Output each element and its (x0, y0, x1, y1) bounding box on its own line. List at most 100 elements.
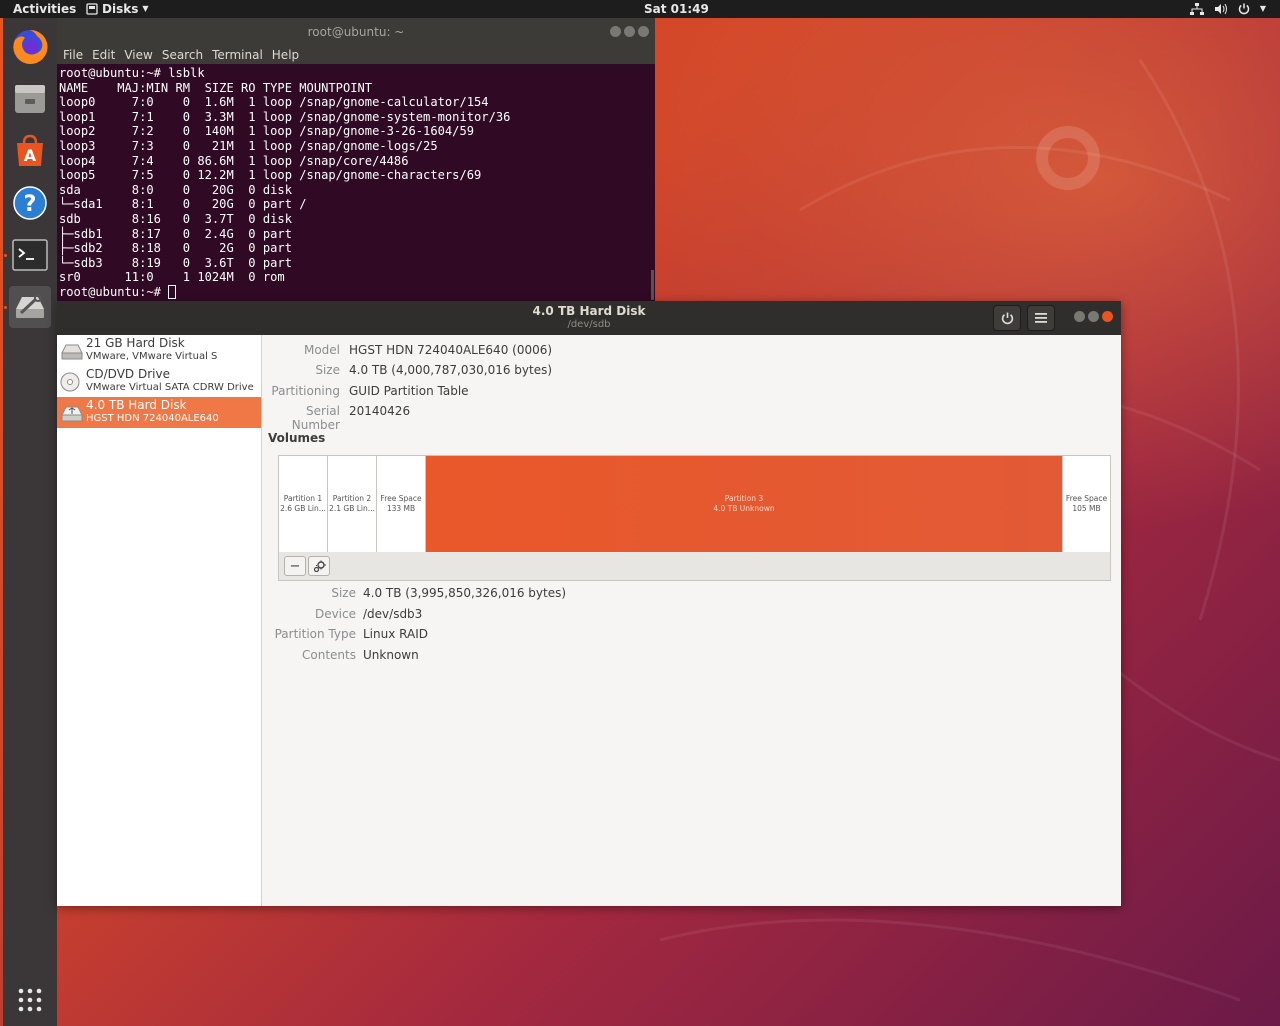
menu-file[interactable]: File (63, 46, 83, 64)
device-value: /dev/sdb3 (363, 607, 423, 621)
volume-segment[interactable]: Free Space 105 MB (1063, 456, 1110, 552)
minimize-icon[interactable] (610, 26, 621, 37)
disks-headerbar[interactable]: 4.0 TB Hard Disk /dev/sdb (57, 301, 1121, 335)
drive-list: 21 GB Hard Disk VMware, VMware Virtual S… (57, 335, 262, 906)
segment-name: Partition 1 (283, 494, 323, 503)
drive-item-hard-disk-21gb[interactable]: 21 GB Hard Disk VMware, VMware Virtual S (57, 335, 261, 366)
serial-label: Serial Number (291, 404, 340, 432)
volume-segment[interactable]: Free Space 133 MB (377, 456, 426, 552)
menu-terminal[interactable]: Terminal (212, 46, 263, 64)
hard-disk-usb-icon (61, 406, 83, 422)
terminal-prompt: root@ubuntu:~# (59, 284, 169, 299)
segment-name: Free Space (380, 494, 422, 503)
model-value: HGST HDN 724040ALE640 (0006) (349, 343, 553, 357)
partition-options-button[interactable] (308, 556, 330, 576)
drive-item-cd-dvd[interactable]: CD/DVD Drive VMware Virtual SATA CDRW Dr… (57, 366, 261, 397)
volume-icon (1214, 3, 1227, 15)
terminal-line: sdb 8:16 0 3.7T 0 disk (59, 211, 292, 226)
disks-title: 4.0 TB Hard Disk (532, 304, 646, 318)
volume-map: Partition 1 2.6 GB Lin... Partition 2 2.… (278, 455, 1111, 553)
volumes-heading: Volumes (268, 431, 326, 445)
segment-desc: 133 MB (386, 504, 416, 513)
device-label: Device (314, 607, 356, 621)
svg-text:A: A (24, 146, 37, 165)
drive-item-hard-disk-4tb[interactable]: 4.0 TB Hard Disk HGST HDN 724040ALE640 (57, 397, 261, 428)
partition-size-value: 4.0 TB (3,995,850,326,016 bytes) (363, 586, 567, 600)
partitioning-label: Partitioning (271, 384, 340, 398)
volume-segment[interactable]: Partition 2 2.1 GB Lin... (328, 456, 377, 552)
firefox-icon (13, 29, 48, 64)
terminal-line: loop3 7:3 0 21M 1 loop /snap/gnome-logs/… (59, 138, 438, 153)
volume-segment[interactable]: Partition 1 2.6 GB Lin... (279, 456, 328, 552)
hard-disk-icon (61, 344, 83, 360)
terminal-line: loop5 7:5 0 12.2M 1 loop /snap/gnome-cha… (59, 168, 482, 183)
size-label: Size (315, 363, 340, 377)
running-indicator (4, 306, 7, 309)
optical-disc-icon (60, 372, 80, 392)
dock-show-applications[interactable] (9, 979, 51, 1021)
chevron-down-icon: ▼ (1259, 4, 1266, 13)
terminal-line: └─sda1 8:1 0 20G 0 part / (59, 197, 307, 212)
disks-window[interactable]: 4.0 TB Hard Disk /dev/sdb 21 GB Hard Dis… (57, 301, 1121, 906)
dock-files[interactable] (9, 78, 51, 120)
terminal-line: └─sdb3 8:19 0 3.6T 0 part (59, 255, 292, 270)
drive-menu-button[interactable] (1027, 305, 1055, 331)
segment-desc: 105 MB (1072, 504, 1101, 513)
clock[interactable]: Sat 01:49 (644, 0, 709, 18)
minimize-icon[interactable] (1074, 311, 1085, 322)
segment-desc: 2.1 GB Lin... (329, 504, 375, 513)
terminal-line: root@ubuntu:~# lsblk (59, 66, 205, 80)
contents-label: Contents (302, 648, 356, 662)
menu-search[interactable]: Search (162, 46, 203, 64)
dock: A ? (3, 18, 57, 1026)
terminal-line: loop0 7:0 0 1.6M 1 loop /snap/gnome-calc… (59, 95, 489, 110)
dock-help[interactable]: ? (9, 182, 51, 224)
partition-type-label: Partition Type (274, 627, 356, 641)
segment-name: Free Space (1065, 494, 1108, 503)
dock-terminal[interactable] (9, 234, 51, 276)
terminal-window[interactable]: root@ubuntu: ~ File Edit View Search Ter… (57, 18, 655, 302)
dock-disks[interactable] (9, 286, 51, 328)
terminal-line: loop1 7:1 0 3.3M 1 loop /snap/gnome-syst… (59, 109, 511, 124)
app-menu[interactable]: Disks ▼ (86, 0, 149, 18)
disks-subtitle: /dev/sdb (567, 319, 611, 330)
drive-name: CD/DVD Drive (86, 367, 170, 381)
system-tray[interactable]: ▼ (1189, 0, 1266, 18)
gears-icon (313, 560, 326, 572)
terminal-output[interactable]: root@ubuntu:~# lsblk NAME MAJ:MIN RM SIZE… (57, 64, 655, 300)
model-label: Model (303, 343, 340, 357)
terminal-scrollbar[interactable] (651, 270, 654, 300)
disks-app-icon (86, 3, 98, 15)
terminal-titlebar[interactable]: root@ubuntu: ~ (57, 18, 655, 46)
top-bar: Activities Disks ▼ Sat 01:49 ▼ (0, 0, 1280, 18)
power-off-button[interactable] (993, 305, 1021, 331)
maximize-icon[interactable] (1088, 311, 1099, 322)
menu-edit[interactable]: Edit (92, 46, 115, 64)
menu-view[interactable]: View (124, 46, 152, 64)
delete-partition-button[interactable]: − (284, 556, 306, 576)
activities-button[interactable]: Activities (13, 0, 76, 18)
partition-type-value: Linux RAID (363, 627, 428, 641)
menu-help[interactable]: Help (272, 46, 299, 64)
dock-software[interactable]: A (9, 130, 51, 172)
close-icon[interactable] (1102, 311, 1113, 322)
volume-toolbar: − (278, 552, 1111, 581)
terminal-prompt-line: root@ubuntu:~# (59, 284, 655, 300)
drive-description: VMware, VMware Virtual S (86, 351, 218, 362)
terminal-line: ├─sdb1 8:17 0 2.4G 0 part (59, 226, 292, 241)
files-icon (15, 85, 45, 113)
drive-details: Model HGST HDN 724040ALE640 (0006) Size … (262, 335, 1121, 906)
power-icon (1238, 3, 1250, 15)
maximize-icon[interactable] (624, 26, 635, 37)
terminal-cursor (168, 284, 177, 299)
terminal-line: NAME MAJ:MIN RM SIZE RO TYPE MOUNTPOINT (59, 80, 373, 95)
partitioning-value: GUID Partition Table (349, 384, 469, 398)
show-applications-icon (18, 988, 42, 1012)
dock-firefox[interactable] (9, 26, 51, 68)
terminal-line: loop4 7:4 0 86.6M 1 loop /snap/core/4486 (59, 153, 409, 168)
close-icon[interactable] (638, 26, 649, 37)
terminal-icon (12, 239, 48, 271)
volume-segment-selected[interactable]: Partition 3 4.0 TB Unknown (426, 456, 1063, 552)
partition-size-label: Size (331, 586, 356, 600)
terminal-menubar: File Edit View Search Terminal Help (57, 46, 655, 64)
